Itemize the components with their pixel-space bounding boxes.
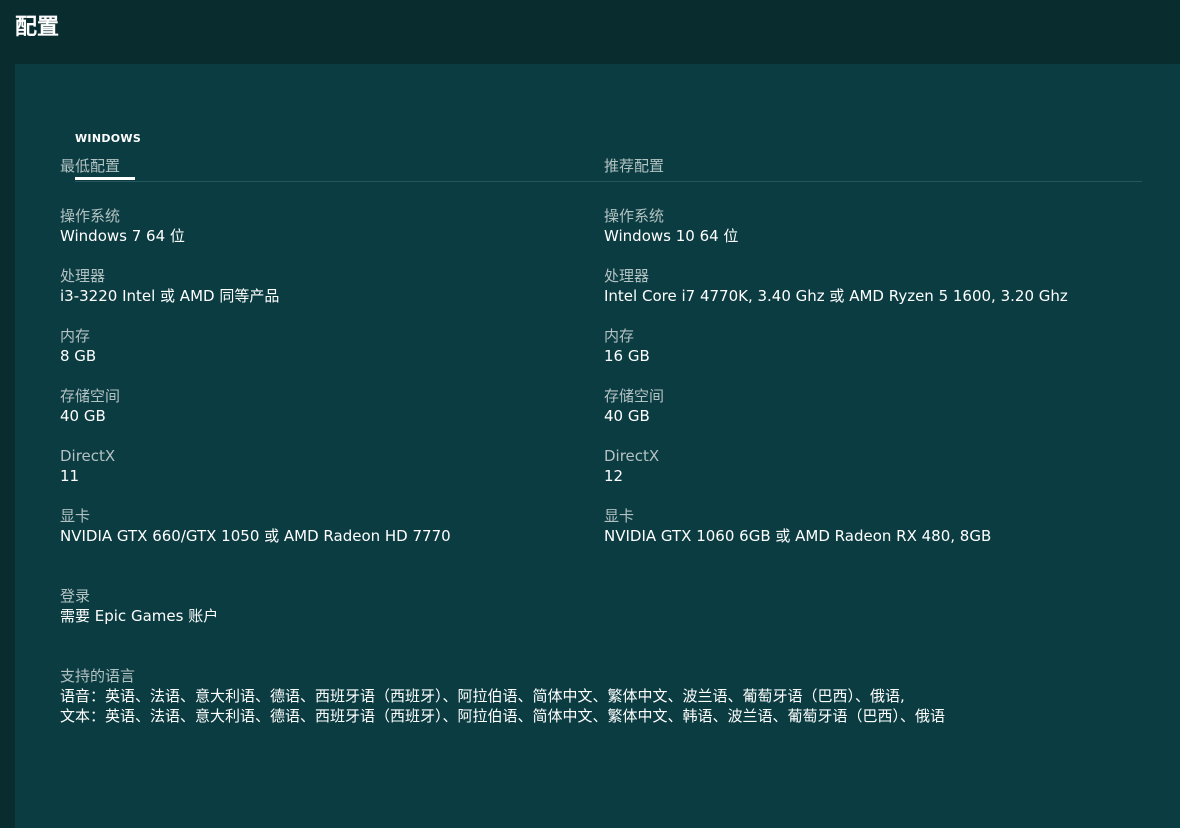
- minimum-requirements-column: 最低配置 操作系统 Windows 7 64 位 处理器 i3-3220 Int…: [60, 156, 580, 566]
- spec-value: 11: [60, 467, 80, 485]
- spec-os: 操作系统 Windows 7 64 位: [60, 206, 580, 266]
- spec-value: Windows 7 64 位: [60, 227, 185, 245]
- spec-value: 12: [604, 467, 624, 485]
- spec-value: NVIDIA GTX 660/GTX 1050 或 AMD Radeon HD …: [60, 527, 451, 545]
- spec-label: 处理器: [60, 267, 106, 285]
- spec-label: 存储空间: [60, 387, 121, 405]
- recommended-requirements-heading: 推荐配置: [604, 157, 665, 175]
- spec-directx: DirectX 11: [60, 446, 580, 506]
- recommended-spec-list: 操作系统 Windows 10 64 位 处理器 Intel Core i7 4…: [604, 206, 1124, 566]
- spec-label: DirectX: [604, 447, 660, 465]
- spec-label: 存储空间: [604, 387, 665, 405]
- spec-label: 处理器: [604, 267, 650, 285]
- spec-label: 内存: [60, 327, 91, 345]
- text-languages: 文本：英语、法语、意大利语、德语、西班牙语（西班牙）、阿拉伯语、简体中文、繁体中…: [60, 707, 946, 725]
- languages-label: 支持的语言: [60, 667, 136, 685]
- spec-value: 40 GB: [604, 407, 650, 425]
- spec-graphics: 显卡 NVIDIA GTX 1060 6GB 或 AMD Radeon RX 4…: [604, 506, 1124, 566]
- supported-languages: 支持的语言 语音：英语、法语、意大利语、德语、西班牙语（西班牙）、阿拉伯语、简体…: [60, 666, 945, 726]
- recommended-requirements-column: 推荐配置 操作系统 Windows 10 64 位 处理器 Intel Core…: [604, 156, 1124, 566]
- header-bar: 配置: [0, 0, 1180, 64]
- tab-windows-label: WINDOWS: [75, 132, 142, 145]
- spec-memory: 内存 8 GB: [60, 326, 580, 386]
- minimum-requirements-heading: 最低配置: [60, 157, 121, 175]
- spec-storage: 存储空间 40 GB: [60, 386, 580, 446]
- spec-processor: 处理器 i3-3220 Intel 或 AMD 同等产品: [60, 266, 580, 326]
- spec-processor: 处理器 Intel Core i7 4770K, 3.40 Ghz 或 AMD …: [604, 266, 1124, 326]
- spec-label: 显卡: [60, 507, 91, 525]
- page-title: 配置: [15, 15, 60, 40]
- spec-os: 操作系统 Windows 10 64 位: [604, 206, 1124, 266]
- spec-value: 40 GB: [60, 407, 106, 425]
- login-label: 登录: [60, 587, 91, 605]
- spec-value: 16 GB: [604, 347, 650, 365]
- spec-value: Intel Core i7 4770K, 3.40 Ghz 或 AMD Ryze…: [604, 287, 1068, 305]
- spec-label: 内存: [604, 327, 635, 345]
- spec-label: 显卡: [604, 507, 635, 525]
- spec-label: 操作系统: [604, 207, 665, 225]
- spec-memory: 内存 16 GB: [604, 326, 1124, 386]
- audio-languages: 语音：英语、法语、意大利语、德语、西班牙语（西班牙）、阿拉伯语、简体中文、繁体中…: [60, 687, 905, 705]
- page: 配置 WINDOWS 最低配置 操作系统 Windows 7 64 位 处理器 …: [0, 0, 1180, 828]
- minimum-spec-list: 操作系统 Windows 7 64 位 处理器 i3-3220 Intel 或 …: [60, 206, 580, 566]
- spec-storage: 存储空间 40 GB: [604, 386, 1124, 446]
- spec-value: i3-3220 Intel 或 AMD 同等产品: [60, 287, 280, 305]
- spec-graphics: 显卡 NVIDIA GTX 660/GTX 1050 或 AMD Radeon …: [60, 506, 580, 566]
- spec-value: 8 GB: [60, 347, 97, 365]
- spec-label: DirectX: [60, 447, 116, 465]
- spec-directx: DirectX 12: [604, 446, 1124, 506]
- spec-value: NVIDIA GTX 1060 6GB 或 AMD Radeon RX 480,…: [604, 527, 992, 545]
- login-value: 需要 Epic Games 账户: [60, 607, 219, 625]
- login-requirement: 登录 需要 Epic Games 账户: [60, 586, 218, 626]
- spec-label: 操作系统: [60, 207, 121, 225]
- spec-value: Windows 10 64 位: [604, 227, 739, 245]
